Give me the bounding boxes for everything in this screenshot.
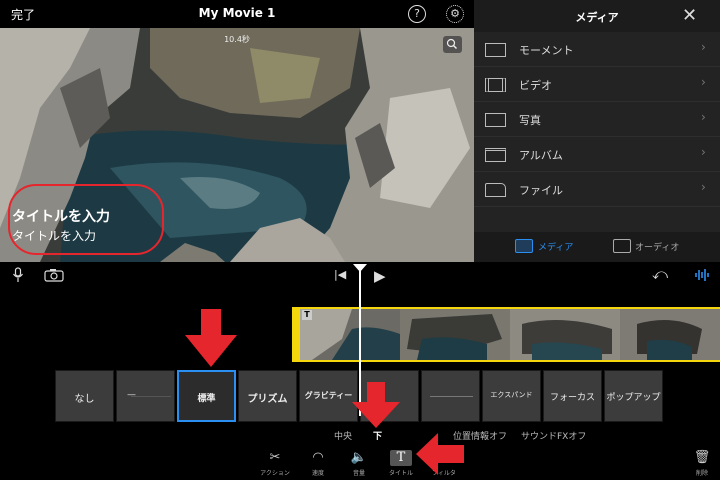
title-options-row: 中央 下 位置情報オフ サウンドFXオフ <box>0 426 720 444</box>
inspector-toolbar: ✂ アクション ◠ 速度 🔈 音量 T タイトル ◎ フィルタ 🗑 削除 <box>0 446 720 480</box>
chevron-right-icon: › <box>701 145 706 159</box>
play-icon[interactable]: ▶ <box>374 267 386 285</box>
clip-thumbnails <box>292 309 720 360</box>
style-tile-standard[interactable]: 標準 <box>177 370 236 422</box>
chevron-right-icon: › <box>701 180 706 194</box>
style-label: フォーカス <box>549 393 595 403</box>
chevron-right-icon: › <box>701 75 706 89</box>
video-clip[interactable] <box>292 307 720 362</box>
position-center-option[interactable]: 中央 <box>334 429 352 442</box>
media-item-label: ファイル <box>519 184 563 197</box>
media-item-moments[interactable]: モーメント › <box>474 32 720 67</box>
delete-tool-button[interactable]: 🗑 削除 <box>682 450 720 477</box>
moments-icon <box>485 43 506 57</box>
speaker-icon: 🔈 <box>350 450 368 465</box>
playhead-marker[interactable] <box>353 264 367 272</box>
tab-media[interactable]: メディア <box>538 240 573 253</box>
style-tile-prism[interactable]: プリズム <box>238 370 297 422</box>
style-label: エクスパンド <box>490 391 533 399</box>
action-tool-button[interactable]: ✂ アクション <box>255 450 295 477</box>
tool-label: タイトル <box>388 470 413 477</box>
media-item-photos[interactable]: 写真 › <box>474 102 720 137</box>
media-item-label: アルバム <box>519 149 563 162</box>
video-icon <box>485 78 506 92</box>
video-preview[interactable]: 10.4秒 タイトルを入力 タイトルを入力 <box>0 28 474 262</box>
style-label: ポップアップ <box>606 393 661 403</box>
media-item-video[interactable]: ビデオ › <box>474 67 720 102</box>
tool-label: アクション <box>260 470 290 477</box>
audio-waveform-icon[interactable] <box>694 267 710 287</box>
album-icon <box>485 148 506 162</box>
media-item-label: ビデオ <box>519 79 552 92</box>
style-tile-expand[interactable]: エクスパンド <box>482 370 541 422</box>
media-tab-bar: メディア オーディオ <box>474 232 720 262</box>
music-note-icon <box>613 239 631 253</box>
title-tool-button[interactable]: T タイトル <box>381 450 421 477</box>
annotation-arrow-down <box>352 382 400 428</box>
style-tile-line-2[interactable] <box>421 370 480 422</box>
style-tile-gravity[interactable]: グラビティー <box>299 370 358 422</box>
microphone-icon[interactable] <box>12 267 24 287</box>
close-icon[interactable]: ✕ <box>682 5 697 26</box>
annotation-arrow-down <box>185 309 237 367</box>
tool-label: 速度 <box>311 470 324 477</box>
style-line-decoration <box>131 396 171 397</box>
annotation-ellipse <box>8 184 164 255</box>
style-label: プリズム <box>247 394 288 405</box>
folder-icon <box>485 183 506 197</box>
tool-label: 音量 <box>352 470 365 477</box>
position-bottom-option[interactable]: 下 <box>373 429 382 442</box>
media-browser: メディア ✕ モーメント › ビデオ › 写真 › アルバム › ファイル › … <box>474 0 720 262</box>
media-item-label: 写真 <box>519 114 541 127</box>
sound-fx-toggle[interactable]: サウンドFXオフ <box>521 429 586 442</box>
style-label: 標準 <box>197 394 216 404</box>
annotation-arrow-left <box>416 433 464 475</box>
style-tile-line[interactable]: ― <box>116 370 175 422</box>
media-header: メディア ✕ <box>474 0 720 32</box>
clip-duration: 10.4秒 <box>224 35 250 44</box>
style-label: グラビティー <box>304 391 353 400</box>
speed-tool-button[interactable]: ◠ 速度 <box>298 450 338 477</box>
volume-tool-button[interactable]: 🔈 音量 <box>339 450 379 477</box>
skip-to-start-icon[interactable]: |◀ <box>334 268 346 281</box>
media-item-albums[interactable]: アルバム › <box>474 137 720 172</box>
zoom-icon[interactable] <box>443 36 462 53</box>
undo-icon[interactable]: ⤺ <box>652 265 668 283</box>
media-item-files[interactable]: ファイル › <box>474 172 720 207</box>
style-label: ― <box>127 390 136 399</box>
tab-audio[interactable]: オーディオ <box>635 240 679 253</box>
project-title: My Movie 1 <box>198 6 276 20</box>
scissors-icon: ✂ <box>269 450 281 465</box>
tool-label: 削除 <box>695 470 708 477</box>
camera-icon[interactable] <box>44 268 64 286</box>
style-line-decoration <box>430 396 473 397</box>
trash-icon: 🗑 <box>693 450 711 465</box>
title-marker-icon: T <box>302 310 312 320</box>
speedometer-icon: ◠ <box>312 450 324 465</box>
title-t-icon: T <box>390 450 412 466</box>
gear-icon[interactable]: ⚙ <box>446 5 464 23</box>
chevron-right-icon: › <box>701 110 706 124</box>
help-icon[interactable]: ? <box>408 5 426 23</box>
photo-icon <box>485 113 506 127</box>
style-tile-popup[interactable]: ポップアップ <box>604 370 663 422</box>
media-tab-icon <box>515 239 533 253</box>
chevron-right-icon: › <box>701 40 706 54</box>
top-bar: 完了 My Movie 1 ? ⚙ <box>0 0 474 28</box>
style-tile-focus[interactable]: フォーカス <box>543 370 602 422</box>
media-item-label: モーメント <box>519 44 574 57</box>
clip-trim-handle[interactable] <box>292 307 300 362</box>
